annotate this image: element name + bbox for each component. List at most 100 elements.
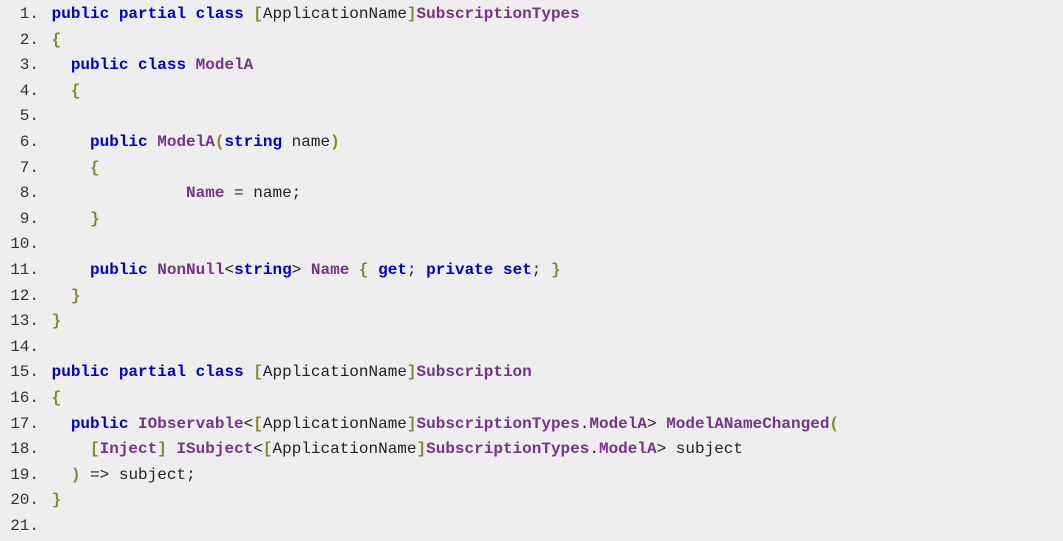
token-ident: ApplicationName (272, 440, 416, 458)
token-kw: public (90, 133, 148, 151)
line-content[interactable]: { (42, 79, 1063, 105)
line-content[interactable]: public class ModelA (42, 53, 1063, 79)
token-brace: } (52, 312, 62, 330)
line-number: 6. (0, 130, 42, 156)
line-content[interactable] (42, 514, 1063, 540)
line-content[interactable]: { (42, 386, 1063, 412)
line-content[interactable]: Name = name; (42, 181, 1063, 207)
token-brace: ( (215, 133, 225, 151)
line-content[interactable] (42, 232, 1063, 258)
token-punct: . (589, 440, 599, 458)
line-number: 2. (0, 28, 42, 54)
code-line[interactable]: 7. { (0, 156, 1063, 182)
line-content[interactable]: public NonNull<string> Name { get; priva… (42, 258, 1063, 284)
token-punct: ; (292, 184, 302, 202)
line-content[interactable]: } (42, 488, 1063, 514)
token-type: ModelA (599, 440, 657, 458)
code-line[interactable]: 13. } (0, 309, 1063, 335)
code-line[interactable]: 5. (0, 104, 1063, 130)
code-line[interactable]: 10. (0, 232, 1063, 258)
token-type: IObservable (138, 415, 244, 433)
line-content[interactable]: public partial class [ApplicationName]Su… (42, 360, 1063, 386)
line-content[interactable]: public partial class [ApplicationName]Su… (42, 2, 1063, 28)
token-prop: Name (311, 261, 349, 279)
code-line[interactable]: 18. [Inject] ISubject<[ApplicationName]S… (0, 437, 1063, 463)
line-content[interactable]: { (42, 28, 1063, 54)
code-line[interactable]: 15. public partial class [ApplicationNam… (0, 360, 1063, 386)
line-number: 4. (0, 79, 42, 105)
line-content[interactable]: { (42, 156, 1063, 182)
token-brace: } (71, 287, 81, 305)
line-number: 20. (0, 488, 42, 514)
code-line[interactable]: 6. public ModelA(string name) (0, 130, 1063, 156)
token-punct: ; (186, 466, 196, 484)
token-brace: ] (157, 440, 167, 458)
token-brace: { (359, 261, 369, 279)
token-kw: string (224, 133, 282, 151)
token-brace: { (71, 82, 81, 100)
token-ident: ApplicationName (263, 5, 407, 23)
token-punct: => (90, 466, 109, 484)
code-line[interactable]: 8. Name = name; (0, 181, 1063, 207)
token-brace: ) (71, 466, 81, 484)
code-line[interactable]: 2. { (0, 28, 1063, 54)
code-line[interactable]: 16. { (0, 386, 1063, 412)
token-brace: } (90, 210, 100, 228)
line-number: 5. (0, 104, 42, 130)
code-line[interactable]: 20. } (0, 488, 1063, 514)
code-line[interactable]: 17. public IObservable<[ApplicationName]… (0, 412, 1063, 438)
code-line[interactable]: 9. } (0, 207, 1063, 233)
token-kw: private (426, 261, 493, 279)
line-number: 16. (0, 386, 42, 412)
code-line[interactable]: 3. public class ModelA (0, 53, 1063, 79)
token-brace: ) (330, 133, 340, 151)
token-prop: Name (186, 184, 224, 202)
token-ident: ApplicationName (263, 363, 407, 381)
token-type: Inject (100, 440, 158, 458)
line-content[interactable]: ) => subject; (42, 463, 1063, 489)
token-type: SubscriptionTypes (426, 440, 589, 458)
token-type: SubscriptionTypes (417, 415, 580, 433)
line-number: 15. (0, 360, 42, 386)
token-type: ModelA (589, 415, 647, 433)
token-brace: { (52, 31, 62, 49)
line-content[interactable]: } (42, 309, 1063, 335)
code-line[interactable]: 14. (0, 335, 1063, 361)
token-brace: ] (407, 415, 417, 433)
token-kw: string (234, 261, 292, 279)
token-kw: partial (119, 363, 186, 381)
code-line[interactable]: 11. public NonNull<string> Name { get; p… (0, 258, 1063, 284)
line-content[interactable]: public IObservable<[ApplicationName]Subs… (42, 412, 1063, 438)
token-brace: } (52, 491, 62, 509)
token-brace: [ (253, 415, 263, 433)
code-line[interactable]: 21. (0, 514, 1063, 540)
token-kw: class (196, 363, 244, 381)
code-line[interactable]: 4. { (0, 79, 1063, 105)
line-number: 9. (0, 207, 42, 233)
token-type: Subscription (417, 363, 532, 381)
token-brace: ] (407, 363, 417, 381)
token-punct: . (580, 415, 590, 433)
token-punct: < (253, 440, 263, 458)
line-number: 12. (0, 284, 42, 310)
line-content[interactable]: } (42, 284, 1063, 310)
line-content[interactable]: [Inject] ISubject<[ApplicationName]Subsc… (42, 437, 1063, 463)
line-content[interactable] (42, 335, 1063, 361)
token-brace: { (52, 389, 62, 407)
token-method: ModelANameChanged (666, 415, 829, 433)
line-content[interactable]: } (42, 207, 1063, 233)
line-content[interactable] (42, 104, 1063, 130)
line-content[interactable]: public ModelA(string name) (42, 130, 1063, 156)
token-brace: [ (90, 440, 100, 458)
token-brace: { (90, 159, 100, 177)
token-kw: public (90, 261, 148, 279)
line-number: 21. (0, 514, 42, 540)
token-punct: > (292, 261, 302, 279)
code-line[interactable]: 19. ) => subject; (0, 463, 1063, 489)
code-line[interactable]: 1. public partial class [ApplicationName… (0, 2, 1063, 28)
code-editor[interactable]: 1. public partial class [ApplicationName… (0, 2, 1063, 539)
code-line[interactable]: 12. } (0, 284, 1063, 310)
token-ident: subject (119, 466, 186, 484)
token-punct: = (234, 184, 244, 202)
token-type: ModelA (157, 133, 215, 151)
